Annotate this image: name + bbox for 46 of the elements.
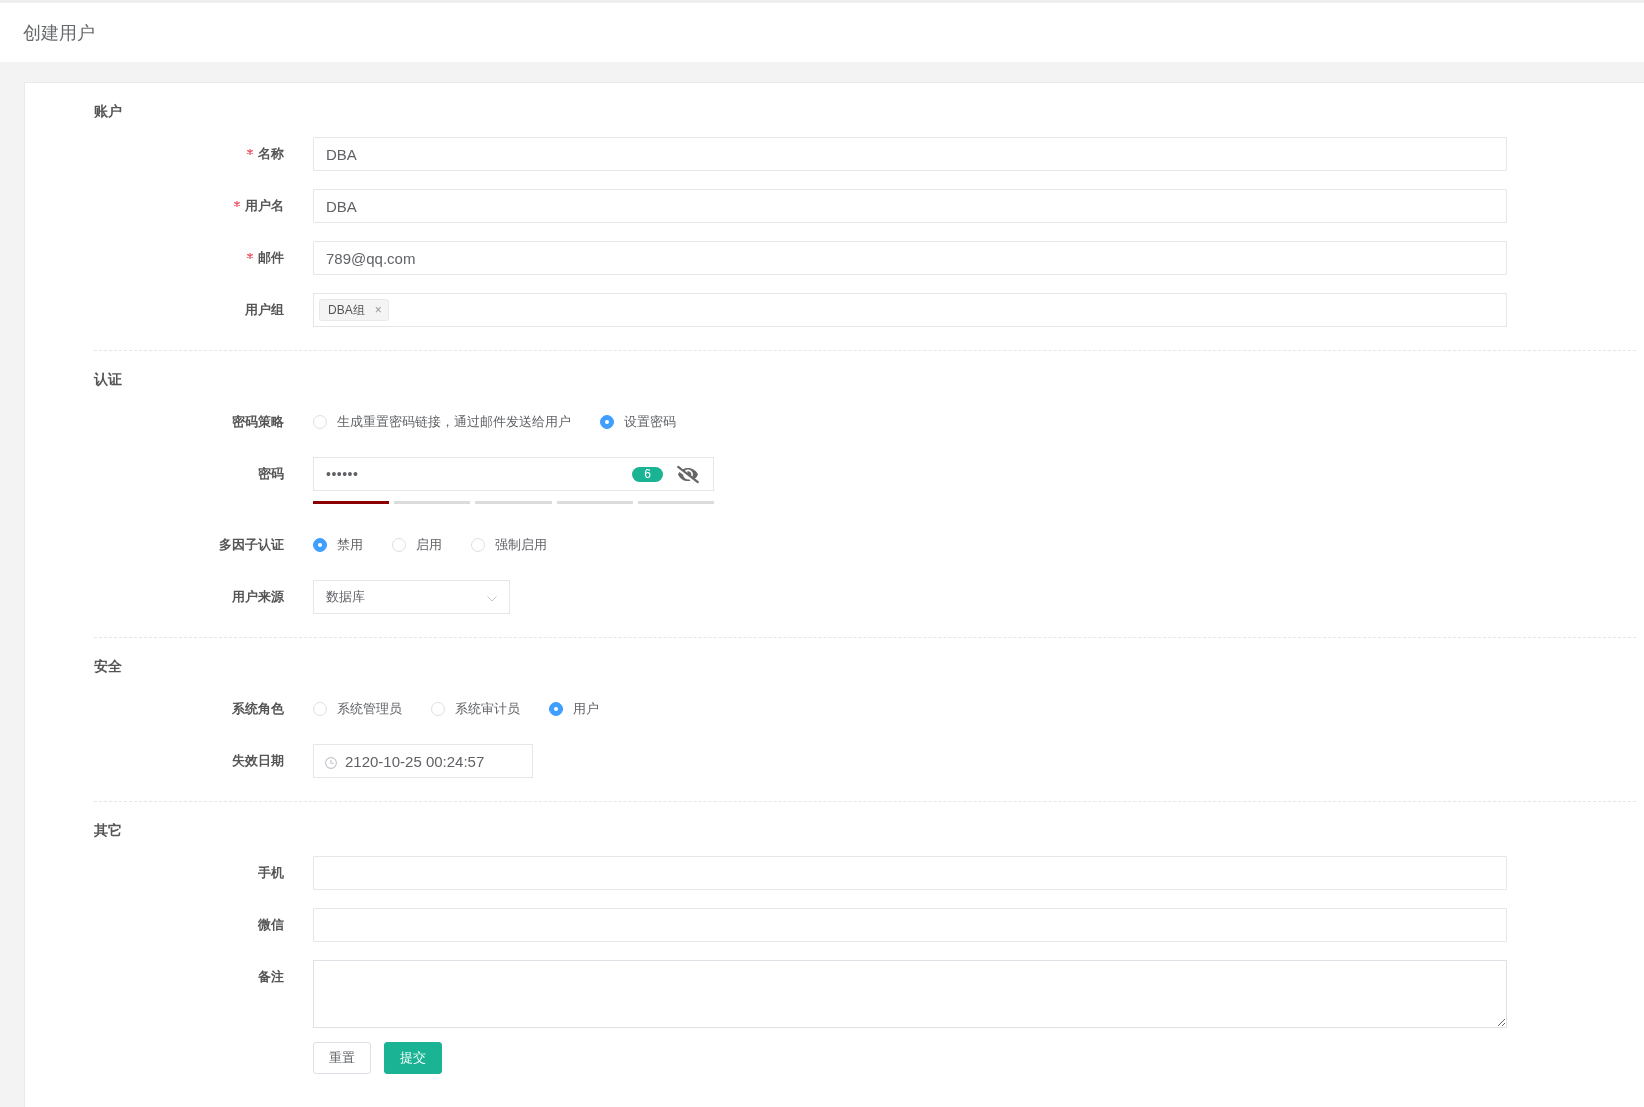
reset-button[interactable]: 重置 xyxy=(313,1042,371,1074)
field-label: 名称 xyxy=(258,145,284,163)
radio-icon[interactable] xyxy=(600,415,614,429)
field-label: 用户名 xyxy=(245,197,284,215)
text-input[interactable]: DBA xyxy=(313,189,1507,223)
text-input[interactable]: 789@qq.com xyxy=(313,241,1507,275)
field-label: 备注 xyxy=(258,968,284,986)
field-label: 手机 xyxy=(258,864,284,882)
tag-input[interactable]: DBA组 × xyxy=(313,293,1507,327)
section-title: 其它 xyxy=(94,821,122,840)
radio-icon[interactable] xyxy=(549,702,563,716)
text-input[interactable] xyxy=(313,856,1507,890)
field-label: 用户组 xyxy=(245,301,284,319)
radio-option[interactable]: 启用 xyxy=(392,536,442,554)
masked-password: •••••• xyxy=(326,466,359,482)
textarea-input[interactable] xyxy=(313,960,1507,1028)
field-label: 邮件 xyxy=(258,249,284,267)
field-label: 失效日期 xyxy=(232,752,284,770)
clock-icon xyxy=(325,756,337,769)
page-title: 创建用户 xyxy=(23,21,95,45)
radio-option[interactable]: 系统审计员 xyxy=(431,700,520,718)
select-field[interactable]: 数据库 xyxy=(313,580,510,614)
field-label: 密码 xyxy=(258,465,284,483)
text-input[interactable]: DBA xyxy=(313,137,1507,171)
field-label: 系统角色 xyxy=(232,700,284,718)
character-count-badge: 6 xyxy=(632,466,663,482)
radio-option[interactable]: 禁用 xyxy=(313,536,363,554)
field-label: 用户来源 xyxy=(232,588,284,606)
radio-option[interactable]: 系统管理员 xyxy=(313,700,402,718)
section-title: 账户 xyxy=(94,102,122,121)
chevron-down-icon xyxy=(487,596,497,602)
field-label: 多因子认证 xyxy=(219,536,284,554)
section-title: 安全 xyxy=(94,657,122,676)
eye-slash-icon[interactable] xyxy=(677,464,699,484)
radio-icon[interactable] xyxy=(313,538,327,552)
radio-option[interactable]: 强制启用 xyxy=(471,536,547,554)
section-title: 认证 xyxy=(94,370,122,389)
radio-option[interactable]: 用户 xyxy=(549,700,599,718)
radio-option[interactable]: 生成重置密码链接，通过邮件发送给用户 xyxy=(313,413,571,431)
radio-option[interactable]: 设置密码 xyxy=(600,413,676,431)
date-time-input[interactable]: 2120-10-25 00:24:57 xyxy=(313,744,533,778)
field-label: 密码策略 xyxy=(232,413,284,431)
password-field[interactable]: •••••• 6 xyxy=(313,457,714,491)
tag-text: DBA组 xyxy=(328,302,365,318)
text-input[interactable] xyxy=(313,908,1507,942)
field-label: 微信 xyxy=(258,916,284,934)
